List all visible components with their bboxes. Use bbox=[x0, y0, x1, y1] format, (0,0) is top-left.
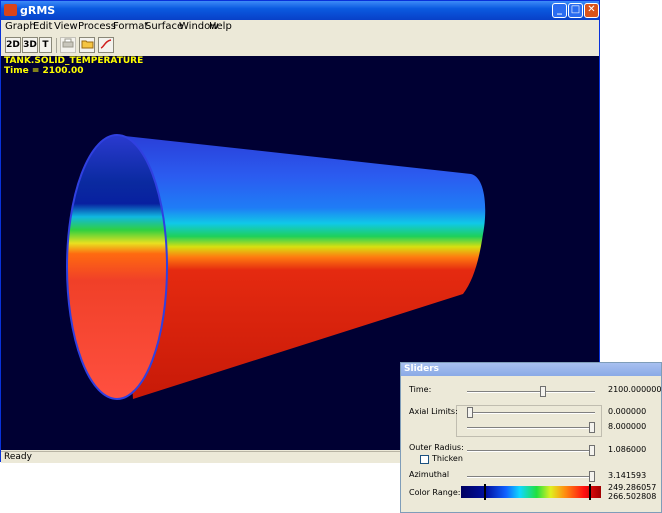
variable-label: TANK.SOLID_TEMPERATURE bbox=[4, 56, 144, 66]
menu-help[interactable]: Help bbox=[209, 21, 232, 32]
window-title: gRMS bbox=[20, 4, 56, 17]
time-slider-value: 2100.000000 bbox=[608, 385, 662, 394]
plot-button[interactable] bbox=[98, 37, 114, 53]
azimuthal-value: 3.141593 bbox=[608, 471, 647, 480]
axial-max-value: 8.000000 bbox=[608, 422, 647, 431]
azimuthal-track[interactable] bbox=[467, 476, 595, 478]
axial-max-track[interactable] bbox=[467, 427, 595, 429]
menu-format[interactable]: Format bbox=[113, 21, 148, 32]
cylinder-body bbox=[116, 135, 486, 399]
time-button[interactable]: T bbox=[39, 37, 52, 53]
sliders-dialog: Sliders Time: 2100.000000 Axial Limits: … bbox=[400, 362, 662, 513]
view-3d-button[interactable]: 3D bbox=[22, 37, 38, 53]
title-bar[interactable]: gRMS _ □ ✕ bbox=[1, 1, 599, 20]
view-2d-button[interactable]: 2D bbox=[5, 37, 21, 53]
azimuthal-label: Azimuthal bbox=[409, 470, 450, 479]
color-range-min-value: 266.502808 bbox=[608, 492, 657, 501]
maximize-button[interactable]: □ bbox=[568, 3, 583, 18]
time-label: Time = 2100.00 bbox=[4, 66, 84, 76]
menu-surface[interactable]: Surface bbox=[145, 21, 183, 32]
axial-min-track[interactable] bbox=[467, 412, 595, 414]
menu-graph[interactable]: Graph bbox=[5, 21, 36, 32]
menu-process[interactable]: Process bbox=[78, 21, 116, 32]
outer-radius-value: 1.086000 bbox=[608, 445, 647, 454]
axial-group bbox=[456, 405, 602, 437]
azimuthal-thumb[interactable] bbox=[589, 471, 595, 482]
toolbar-separator bbox=[56, 38, 57, 53]
outer-radius-thumb[interactable] bbox=[589, 445, 595, 456]
time-slider-thumb[interactable] bbox=[540, 386, 547, 397]
close-button[interactable]: ✕ bbox=[584, 3, 599, 18]
app-icon bbox=[4, 4, 17, 16]
time-slider-track[interactable] bbox=[467, 391, 595, 393]
color-range-max-marker[interactable] bbox=[589, 484, 591, 500]
axial-max-thumb[interactable] bbox=[589, 422, 595, 433]
menu-view[interactable]: View bbox=[54, 21, 78, 32]
status-text: Ready bbox=[4, 452, 32, 462]
thicken-checkbox[interactable] bbox=[420, 455, 429, 464]
outer-radius-track[interactable] bbox=[467, 450, 595, 452]
color-range-min-marker[interactable] bbox=[484, 484, 486, 500]
axial-min-thumb[interactable] bbox=[467, 407, 473, 418]
color-range-max-value: 249.286057 bbox=[608, 483, 657, 492]
chart-line-icon bbox=[100, 39, 112, 49]
sliders-title[interactable]: Sliders bbox=[401, 363, 661, 376]
menu-bar: Graph Edit View Process Format Surface W… bbox=[1, 20, 599, 35]
minimize-button[interactable]: _ bbox=[552, 3, 567, 18]
print-button[interactable] bbox=[60, 37, 76, 53]
menu-edit[interactable]: Edit bbox=[33, 21, 52, 32]
toolbar: 2D 3D T bbox=[1, 35, 599, 57]
folder-icon bbox=[81, 40, 93, 49]
thicken-label: Thicken bbox=[432, 454, 463, 463]
color-range-bar[interactable] bbox=[461, 486, 601, 498]
axial-min-value: 0.000000 bbox=[608, 407, 647, 416]
time-slider-label: Time: bbox=[409, 385, 432, 394]
axial-limits-label: Axial Limits: bbox=[409, 407, 458, 416]
printer-icon bbox=[62, 38, 74, 48]
open-button[interactable] bbox=[79, 37, 95, 53]
color-range-label: Color Range: bbox=[409, 488, 461, 497]
outer-radius-label: Outer Radius: bbox=[409, 443, 464, 452]
